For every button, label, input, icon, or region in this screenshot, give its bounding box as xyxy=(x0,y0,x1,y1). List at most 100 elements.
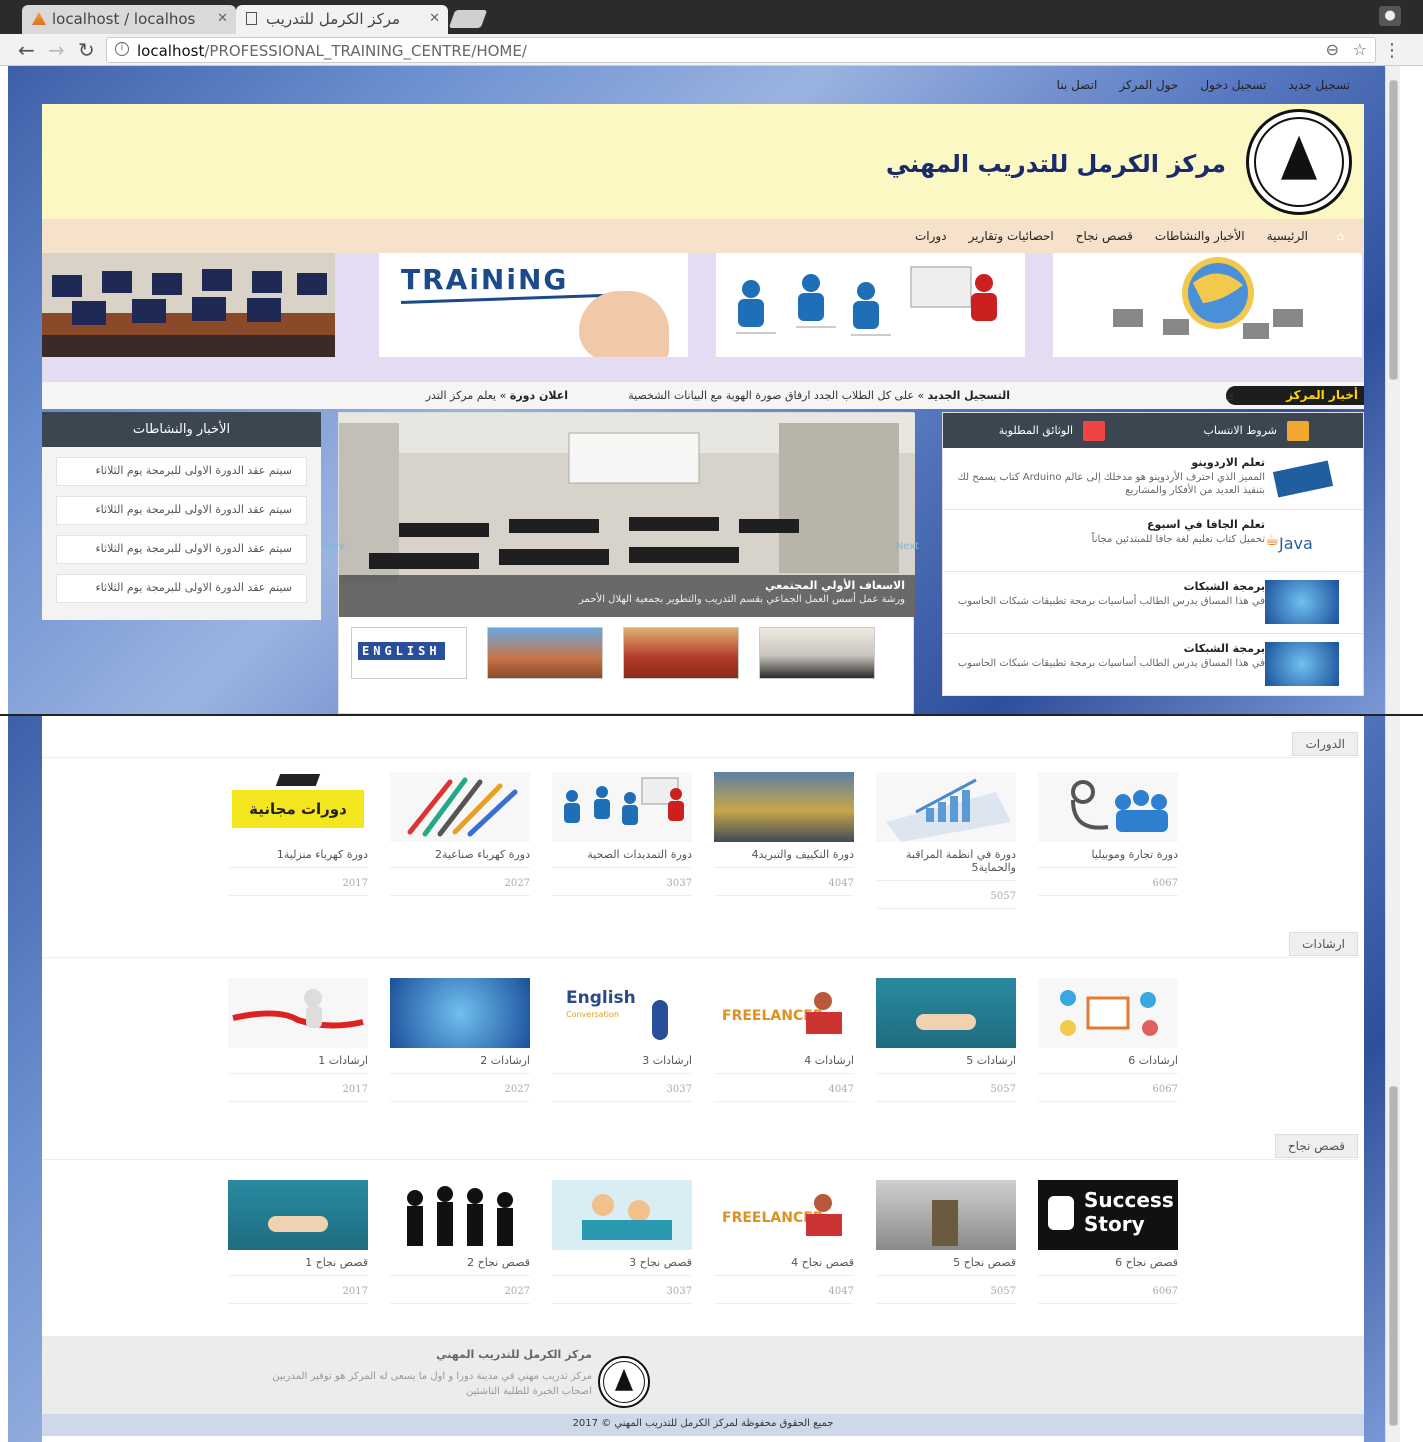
resource-title: برمجة الشبكات xyxy=(1183,642,1265,655)
thumb-english[interactable]: ENGLISH xyxy=(351,627,467,679)
thumb-building[interactable] xyxy=(487,627,603,679)
success-card[interactable]: قصص نجاح 5 5057 xyxy=(876,1180,1016,1304)
freelancer-image: FREELANCER xyxy=(714,1180,854,1250)
course-card[interactable]: دورات مجانية دورة كهرباء منزلية1 2017 xyxy=(228,772,368,909)
success-card[interactable]: قصص نجاح 1 2017 xyxy=(228,1180,368,1304)
success-card[interactable]: Success Story قصص نجاح 6 6067 xyxy=(1038,1180,1178,1304)
tab-membership[interactable]: شروط الانتساب xyxy=(1204,413,1309,448)
course-card[interactable]: دورة تجارة وموبيليا 6067 xyxy=(1038,772,1178,909)
resource-item[interactable]: تعلم الاردوينو المميز الذي احترف الأردوي… xyxy=(943,448,1363,510)
guidance-card[interactable]: ارشادات 1 2017 xyxy=(228,978,368,1102)
site-logo[interactable] xyxy=(1246,109,1352,215)
thumb-hall[interactable] xyxy=(623,627,739,679)
guidance-card[interactable]: FREELANCER ارشادات 4 4047 xyxy=(714,978,854,1102)
guidance-label: ارشادات 3 xyxy=(552,1054,692,1074)
resource-item[interactable]: Java ☕ تعلم الجافا في اسبوع تحميل كتاب تع… xyxy=(943,510,1363,572)
tab-documents[interactable]: الوثائق المطلوبة xyxy=(999,413,1105,448)
login-link[interactable]: تسجيل دخول xyxy=(1200,78,1266,92)
guidance-year: 6067 xyxy=(1038,1084,1178,1102)
register-link[interactable]: تسجيل جديد xyxy=(1288,78,1350,92)
scrollbar[interactable] xyxy=(1385,66,1400,714)
tree-icon xyxy=(1281,135,1317,180)
resource-title: تعلم الجافا في اسبوع xyxy=(1146,518,1265,531)
books-image xyxy=(876,1180,1016,1250)
course-card[interactable]: دورة في انظمة المراقبة والحماية5 5057 xyxy=(876,772,1016,909)
url-path: /PROFESSIONAL_TRAINING_CENTRE/HOME/ xyxy=(204,42,527,60)
url-input[interactable]: i localhost/PROFESSIONAL_TRAINING_CENTRE… xyxy=(106,37,1376,63)
home-icon[interactable]: ⌂ xyxy=(1330,230,1344,242)
success-year: 4047 xyxy=(714,1286,854,1304)
copyright: جميع الحقوق محفوظة لمركز الكرمل للتدريب … xyxy=(42,1414,1364,1436)
scrollbar[interactable] xyxy=(1385,716,1400,1442)
course-year: 4047 xyxy=(714,878,854,896)
training-text: TRAiNiNG xyxy=(401,263,569,296)
tab-phpmyadmin[interactable]: localhost / localhos ✕ xyxy=(22,5,236,34)
nav-news[interactable]: الأخبار والنشاطات xyxy=(1155,229,1245,243)
next-button[interactable]: Next xyxy=(896,541,919,552)
resource-item[interactable]: برمجة الشبكات في هذا المساق يدرس الطالب … xyxy=(943,634,1363,696)
footer-desc: مركز تدريب مهني في مدينة دورا و اول ما ي… xyxy=(272,1371,592,1397)
success-label: قصص نجاح 5 xyxy=(876,1256,1016,1276)
news-item[interactable]: سيتم عقد الدورة الاولى للبرمجة يوم الثلا… xyxy=(56,457,307,486)
back-icon[interactable]: ← xyxy=(18,38,35,62)
reload-icon[interactable]: ↻ xyxy=(78,38,95,62)
ticker-item-1[interactable]: التسجيل الجديد » على كل الطلاب الجدد ارف… xyxy=(628,389,1010,402)
prev-button[interactable]: Prev xyxy=(323,541,345,552)
laptop-icon xyxy=(806,1012,842,1034)
footer-logo xyxy=(598,1356,650,1408)
news-panel: الأخبار والنشاطات سيتم عقد الدورة الاولى… xyxy=(42,412,321,620)
english-blocks: ENGLISH xyxy=(358,642,445,660)
account-icon[interactable]: ● xyxy=(1379,6,1401,26)
ticker-item-2[interactable]: اعلان دورة » يعلم مركز التدر xyxy=(426,389,568,402)
slide-computer-lab[interactable] xyxy=(42,253,335,357)
news-item[interactable]: سيتم عقد الدورة الاولى للبرمجة يوم الثلا… xyxy=(56,574,307,603)
menu-icon[interactable]: ⋮ xyxy=(1383,40,1401,61)
nav-stats[interactable]: احصائيات وتقارير xyxy=(969,229,1054,243)
resource-item[interactable]: برمجة الشبكات في هذا المساق يدرس الطالب … xyxy=(943,572,1363,634)
success-card[interactable]: قصص نجاح 2 2027 xyxy=(390,1180,530,1304)
close-icon[interactable]: ✕ xyxy=(429,11,440,26)
tab-label: مركز الكرمل للتدريب xyxy=(266,10,401,28)
zoom-icon[interactable]: ⊖ xyxy=(1326,40,1339,59)
course-card[interactable]: دورة كهرباء صناعية2 2027 xyxy=(390,772,530,909)
feature-photo[interactable]: الاسعاف الأولي المجتمعي ورشة عمل أسس الع… xyxy=(339,413,915,617)
site-header: مركز الكرمل للتدريب المهني xyxy=(42,104,1364,219)
about-link[interactable]: حول المركز xyxy=(1119,78,1178,92)
guidance-card[interactable]: ارشادات 2 2027 xyxy=(390,978,530,1102)
success-header: قصص نجاح xyxy=(42,1126,1358,1160)
arduino-image xyxy=(1265,456,1339,500)
nav-courses[interactable]: دورات xyxy=(915,229,947,243)
ticker-label: أخبار المركز xyxy=(1226,386,1364,405)
scrollbar-thumb[interactable] xyxy=(1389,80,1398,380)
news-item[interactable]: سيتم عقد الدورة الاولى للبرمجة يوم الثلا… xyxy=(56,535,307,564)
scrollbar-thumb[interactable] xyxy=(1389,1086,1398,1426)
slide-presentation[interactable] xyxy=(716,253,1025,357)
close-icon[interactable]: ✕ xyxy=(217,11,228,26)
guidance-card[interactable]: ارشادات 5 5057 xyxy=(876,978,1016,1102)
course-label: دورة في انظمة المراقبة والحماية5 xyxy=(876,848,1016,881)
handshake-image xyxy=(876,978,1016,1048)
camera-icon xyxy=(1287,421,1309,441)
contact-link[interactable]: اتصل بنا xyxy=(1057,78,1098,92)
course-card[interactable]: دورة التمديدات الصحية 3037 xyxy=(552,772,692,909)
slide-network[interactable] xyxy=(1053,253,1362,357)
news-item[interactable]: سيتم عقد الدورة الاولى للبرمجة يوم الثلا… xyxy=(56,496,307,525)
success-card[interactable]: قصص نجاح 3 3037 xyxy=(552,1180,692,1304)
nav-success[interactable]: قصص نجاح xyxy=(1076,229,1133,243)
success-card[interactable]: FREELANCER قصص نجاح 4 4047 xyxy=(714,1180,854,1304)
sailboat-icon xyxy=(32,12,46,25)
tab-karmel[interactable]: مركز الكرمل للتدريب ✕ xyxy=(236,5,448,34)
nav-home[interactable]: الرئيسية xyxy=(1267,229,1308,243)
guidance-title: ارشادات xyxy=(1289,932,1358,956)
forward-icon[interactable]: → xyxy=(48,38,65,62)
guidance-card[interactable]: English Conversation ارشادات 3 3037 xyxy=(552,978,692,1102)
star-icon[interactable]: ☆ xyxy=(1353,40,1367,59)
new-tab-button[interactable] xyxy=(448,10,488,28)
guidance-header: ارشادات xyxy=(42,924,1358,958)
info-icon[interactable]: i xyxy=(115,42,129,56)
course-card[interactable]: دورة التكييف والتبريد4 4047 xyxy=(714,772,854,909)
thumb-classroom[interactable] xyxy=(759,627,875,679)
network-image xyxy=(1265,580,1339,624)
guidance-card[interactable]: ارشادات 6 6067 xyxy=(1038,978,1178,1102)
slide-training[interactable]: TRAiNiNG xyxy=(379,253,688,357)
